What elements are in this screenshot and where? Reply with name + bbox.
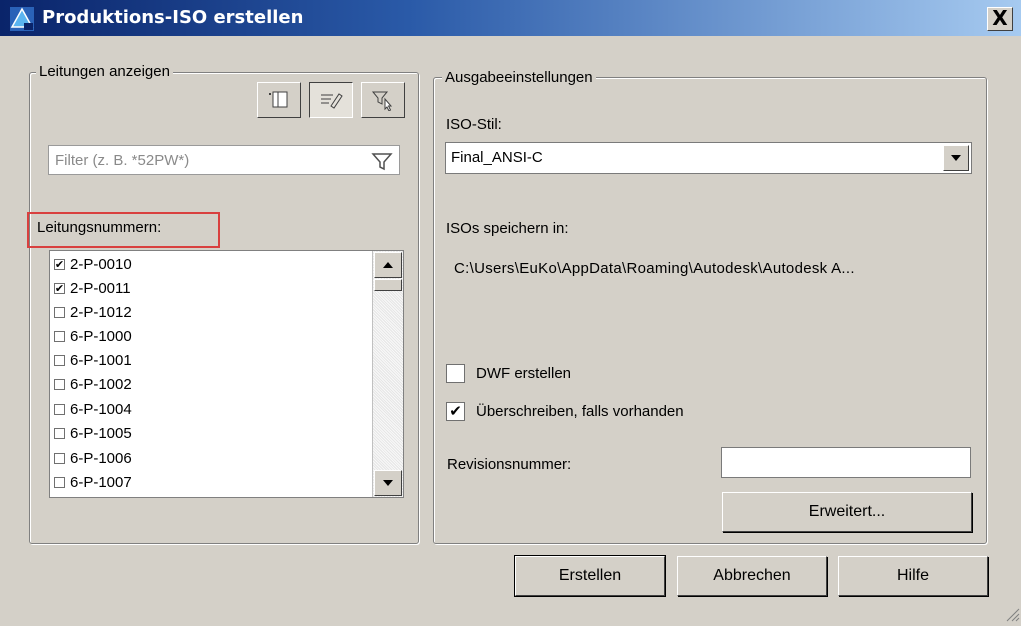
filter-input-box[interactable] xyxy=(48,145,400,175)
list-item[interactable]: 6-P-1007 xyxy=(54,470,132,494)
list-item[interactable]: 6-P-1005 xyxy=(54,421,132,445)
iso-style-dropdown-button[interactable] xyxy=(943,145,969,171)
scroll-down-button[interactable] xyxy=(374,470,402,496)
line-checkbox[interactable] xyxy=(54,330,65,342)
line-checkbox[interactable] xyxy=(54,403,65,415)
check-glyph: ✔ xyxy=(54,257,65,271)
line-checkbox[interactable] xyxy=(54,427,65,439)
select-filter-icon xyxy=(371,91,393,111)
line-label: 2-P-0010 xyxy=(70,255,132,273)
line-checkbox[interactable]: ✔ xyxy=(54,281,65,295)
list-item[interactable]: 6-P-1000 xyxy=(54,324,132,348)
cancel-button[interactable]: Abbrechen xyxy=(677,556,827,596)
arrow-down-icon xyxy=(383,480,393,486)
line-label: 6-P-1007 xyxy=(70,473,132,491)
list-item[interactable]: 6-P-1001 xyxy=(54,348,132,372)
resize-grip-icon[interactable] xyxy=(1004,606,1020,626)
select-list-button[interactable] xyxy=(257,82,301,118)
arrow-up-icon xyxy=(383,262,393,268)
line-label: 6-P-1002 xyxy=(70,375,132,393)
line-checkbox[interactable] xyxy=(54,306,65,318)
overwrite-label: Überschreiben, falls vorhanden xyxy=(476,403,684,420)
filter-input[interactable] xyxy=(49,146,371,174)
list-item[interactable]: 6-P-1006 xyxy=(54,446,132,470)
line-checkbox[interactable]: ✔ xyxy=(54,257,65,271)
scroll-up-button[interactable] xyxy=(374,252,402,278)
line-label: 6-P-1004 xyxy=(70,400,132,418)
line-checkbox[interactable] xyxy=(54,378,65,390)
lines-display-legend: Leitungen anzeigen xyxy=(36,63,173,80)
output-settings-legend: Ausgabeeinstellungen xyxy=(442,69,596,86)
line-checkbox[interactable] xyxy=(54,476,65,488)
window-title: Produktions-ISO erstellen xyxy=(42,7,304,28)
list-scrollbar[interactable] xyxy=(372,251,403,497)
dwf-label: DWF erstellen xyxy=(476,365,572,382)
revision-field[interactable] xyxy=(721,447,971,478)
dwf-checkbox[interactable] xyxy=(446,364,465,383)
line-label: 6-P-1005 xyxy=(70,424,132,442)
dwf-option[interactable]: DWF erstellen xyxy=(446,364,571,383)
iso-style-value: Final_ANSI-C xyxy=(451,149,543,166)
iso-style-select[interactable]: Final_ANSI-C xyxy=(445,142,972,174)
select-list-icon xyxy=(269,91,288,108)
line-checkbox[interactable] xyxy=(54,354,65,366)
line-label: 2-P-1012 xyxy=(70,303,132,321)
list-item[interactable]: 6-P-1004 xyxy=(54,397,132,421)
line-label: 2-P-0011 xyxy=(70,279,131,297)
line-label: 6-P-1000 xyxy=(70,327,132,345)
revision-label: Revisionsnummer: xyxy=(447,456,572,473)
check-glyph: ✔ xyxy=(449,402,462,420)
funnel-icon xyxy=(371,153,393,171)
check-glyph: ✔ xyxy=(54,281,65,295)
overwrite-option[interactable]: ✔ Überschreiben, falls vorhanden xyxy=(446,402,684,421)
chevron-down-icon xyxy=(951,155,961,161)
overwrite-checkbox[interactable]: ✔ xyxy=(446,402,465,421)
save-location-path: C:\Users\EuKo\AppData\Roaming\Autodesk\A… xyxy=(454,260,855,277)
help-button[interactable]: Hilfe xyxy=(838,556,988,596)
autocad-plant-app-icon xyxy=(10,7,34,31)
list-item[interactable]: ✔ 2-P-0011 xyxy=(54,276,131,300)
list-item[interactable]: 2-P-1012 xyxy=(54,300,132,324)
save-location-label: ISOs speichern in: xyxy=(446,220,569,237)
list-item[interactable]: 6-P-1002 xyxy=(54,372,132,396)
list-item[interactable]: ✔ 2-P-0010 xyxy=(54,252,132,276)
annotation-highlight-box xyxy=(27,212,220,248)
close-button[interactable]: X xyxy=(987,7,1013,31)
create-button[interactable]: Erstellen xyxy=(514,555,666,597)
edit-list-icon xyxy=(321,93,343,109)
edit-list-button[interactable] xyxy=(309,82,353,118)
select-filter-button[interactable] xyxy=(361,82,405,118)
scroll-thumb[interactable] xyxy=(374,279,402,291)
line-label: 6-P-1006 xyxy=(70,449,132,467)
iso-style-label: ISO-Stil: xyxy=(446,116,502,133)
advanced-button[interactable]: Erweitert... xyxy=(722,492,972,532)
line-checkbox[interactable] xyxy=(54,452,65,464)
line-label: 6-P-1001 xyxy=(70,351,132,369)
line-numbers-listbox[interactable]: ✔ 2-P-0010 ✔ 2-P-0011 2-P-1012 6-P-1000 … xyxy=(49,250,404,498)
